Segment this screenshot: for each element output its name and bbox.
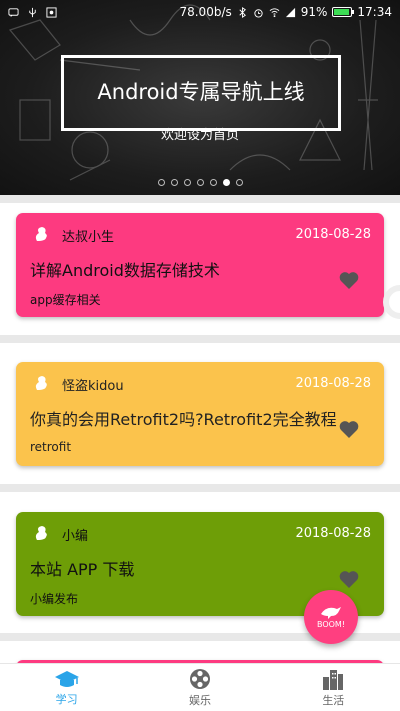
clock: 17:34 [357,5,392,19]
post-title: 你真的会用Retrofit2吗?Retrofit2完全教程 [30,410,337,429]
alarm-icon [254,8,263,18]
post-tag: app缓存相关 [30,293,101,307]
post-title: 详解Android数据存储技术 [30,261,220,280]
heart-icon[interactable] [339,420,359,439]
graduation-cap-icon [54,670,79,687]
nav-label: 生活 [322,693,345,707]
squirrel-icon [35,227,47,241]
carousel-dot[interactable] [184,179,191,186]
wifi-icon [269,7,280,17]
squirrel-icon [35,526,47,540]
carousel-dot[interactable] [236,179,243,186]
post-tag: 小编发布 [30,592,79,606]
carousel-indicator [158,179,243,186]
carousel-dot[interactable] [197,179,204,186]
post-author: 达叔小生 [62,230,115,245]
banner-title: Android专属导航上线 [97,80,305,104]
post-author: 怪盗kidou [62,379,124,394]
divider [0,195,400,203]
banner-carousel[interactable]: Android专属导航上线 欢迎设为首页 [0,0,400,195]
nav-tab-study[interactable]: 学习 [0,664,133,711]
carousel-dot[interactable] [223,179,230,186]
heart-icon[interactable] [339,570,359,589]
nav-tab-entertainment[interactable]: 娱乐 [133,664,266,711]
nav-tab-life[interactable]: 生活 [267,664,400,711]
carousel-dot[interactable] [158,179,165,186]
battery-icon [332,7,355,17]
boom-label: BOOM! [316,620,346,629]
carousel-dot[interactable] [210,179,217,186]
network-speed: 78.00b/s [179,5,232,19]
post-author: 小编 [62,529,89,544]
dolphin-icon [321,607,341,619]
battery-percent: 91% [300,5,328,19]
post-card[interactable]: 达叔小生 2018-08-28 详解Android数据存储技术 app缓存相关 [16,213,384,317]
bluetooth-icon [239,6,246,18]
post-date: 2018-08-28 [295,526,371,541]
post-tag: retrofit [30,440,72,454]
film-reel-icon [189,668,210,689]
nav-label: 学习 [55,692,78,706]
notification-icon [46,6,57,18]
status-bar: 78.00b/s 91% 17:34 [0,0,400,24]
divider [0,335,400,343]
usb-icon [29,7,36,17]
carousel-dot[interactable] [171,179,178,186]
post-date: 2018-08-28 [295,376,371,391]
heart-icon[interactable] [339,271,359,290]
post-date: 2018-08-28 [295,227,371,242]
message-icon [8,7,19,17]
divider [0,484,400,492]
squirrel-icon [35,376,47,390]
post-card[interactable]: 怪盗kidou 2018-08-28 你真的会用Retrofit2吗?Retro… [16,362,384,466]
city-buildings-icon [323,669,344,690]
boom-button[interactable]: BOOM! [304,590,358,644]
nav-label: 娱乐 [188,693,211,707]
post-title: 本站 APP 下载 [30,560,135,579]
banner-subtitle: 欢迎设为首页 [160,128,239,143]
bottom-navigation: 学习 娱乐 生活 [0,663,400,711]
signal-icon [285,7,295,17]
